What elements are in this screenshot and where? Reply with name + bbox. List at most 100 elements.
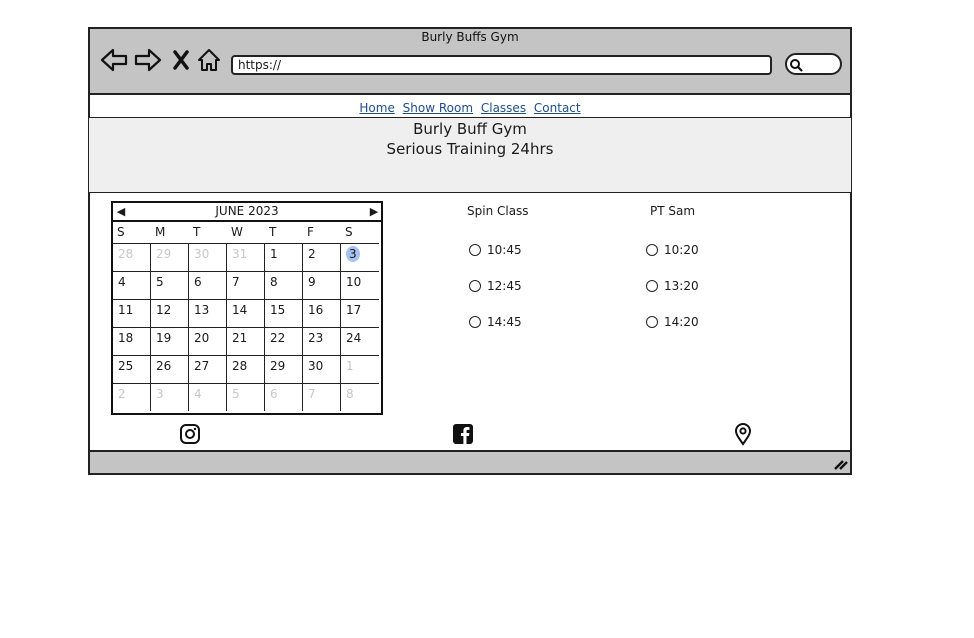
calendar-day-number: 22	[270, 331, 286, 345]
time-slot-label: 10:45	[487, 243, 522, 257]
calendar-day-number: 2	[308, 247, 316, 261]
calendar-day[interactable]: 12	[151, 299, 189, 327]
calendar-day-selected[interactable]: 3	[341, 243, 379, 271]
calendar-day[interactable]: 1	[265, 243, 303, 271]
time-slot-option[interactable]: 14:45	[469, 315, 522, 329]
resize-grip-icon[interactable]	[832, 456, 848, 470]
calendar-day[interactable]: 30	[303, 355, 341, 383]
calendar-day[interactable]: 4	[189, 383, 227, 411]
calendar-day-number: 11	[118, 303, 134, 317]
calendar-day[interactable]: 14	[227, 299, 265, 327]
calendar-day-number: 5	[156, 275, 164, 289]
calendar-day[interactable]: 6	[265, 383, 303, 411]
calendar-day-number: 8	[270, 275, 278, 289]
calendar-day[interactable]: 19	[151, 327, 189, 355]
calendar-day[interactable]: 4	[113, 271, 151, 299]
nav-link-contact[interactable]: Contact	[534, 101, 581, 115]
stop-x-icon[interactable]	[167, 46, 195, 74]
calendar-day[interactable]: 15	[265, 299, 303, 327]
calendar-day[interactable]: 13	[189, 299, 227, 327]
calendar-day[interactable]: 31	[227, 243, 265, 271]
calendar-day[interactable]: 8	[265, 271, 303, 299]
calendar-day[interactable]: 23	[303, 327, 341, 355]
calendar-day[interactable]: 24	[341, 327, 379, 355]
calendar-day[interactable]: 5	[227, 383, 265, 411]
calendar-day[interactable]: 22	[265, 327, 303, 355]
calendar-day[interactable]: 3	[151, 383, 189, 411]
calendar-month-label: JUNE 2023	[215, 204, 279, 218]
calendar-day-number: 8	[346, 387, 354, 401]
calendar-day-number: 2	[118, 387, 126, 401]
calendar-day[interactable]: 8	[341, 383, 379, 411]
calendar-day[interactable]: 9	[303, 271, 341, 299]
calendar-day-number: 5	[232, 387, 240, 401]
calendar-day-number: 31	[232, 247, 248, 261]
calendar-day-number: 20	[194, 331, 210, 345]
radio-button[interactable]	[469, 244, 481, 256]
address-bar[interactable]: https://	[231, 55, 772, 75]
instagram-icon[interactable]	[178, 422, 202, 446]
calendar-day-number: 18	[118, 331, 134, 345]
time-slot-label: 10:20	[664, 243, 699, 257]
class-name-heading: Spin Class	[467, 204, 529, 218]
search-box[interactable]	[785, 53, 842, 75]
next-month-icon[interactable]: ▶	[366, 203, 382, 220]
calendar-day[interactable]: 2	[303, 243, 341, 271]
forward-arrow-icon[interactable]	[134, 46, 162, 74]
facebook-icon[interactable]	[451, 422, 475, 446]
main-nav: Home Show Room Classes Contact	[88, 101, 852, 115]
calendar-day[interactable]: 28	[227, 355, 265, 383]
back-arrow-icon[interactable]	[100, 46, 128, 74]
time-slot-option[interactable]: 14:20	[646, 315, 699, 329]
calendar-day[interactable]: 16	[303, 299, 341, 327]
weekday-label: S	[117, 225, 125, 239]
calendar-day[interactable]: 17	[341, 299, 379, 327]
radio-button[interactable]	[469, 280, 481, 292]
radio-button[interactable]	[646, 316, 658, 328]
weekday-label: W	[231, 225, 243, 239]
calendar-day-number: 9	[308, 275, 316, 289]
time-slot-label: 13:20	[664, 279, 699, 293]
location-pin-icon[interactable]	[731, 422, 755, 446]
radio-button[interactable]	[646, 244, 658, 256]
calendar-day[interactable]: 25	[113, 355, 151, 383]
time-slot-option[interactable]: 13:20	[646, 279, 699, 293]
nav-link-classes[interactable]: Classes	[481, 101, 526, 115]
calendar-day-number: 27	[194, 359, 210, 373]
calendar-day[interactable]: 7	[227, 271, 265, 299]
calendar-day[interactable]: 30	[189, 243, 227, 271]
calendar-day[interactable]: 6	[189, 271, 227, 299]
calendar-day-number: 3	[156, 387, 164, 401]
calendar-day-number: 4	[118, 275, 126, 289]
calendar-day[interactable]: 5	[151, 271, 189, 299]
calendar-day[interactable]: 21	[227, 327, 265, 355]
calendar-day-number: 15	[270, 303, 286, 317]
nav-link-show-room[interactable]: Show Room	[403, 101, 473, 115]
calendar-day-number: 16	[308, 303, 324, 317]
radio-button[interactable]	[646, 280, 658, 292]
calendar-day[interactable]: 29	[151, 243, 189, 271]
calendar-day[interactable]: 11	[113, 299, 151, 327]
home-icon[interactable]	[195, 46, 223, 74]
calendar-day[interactable]: 29	[265, 355, 303, 383]
calendar-header-divider	[113, 220, 381, 222]
calendar-day[interactable]: 2	[113, 383, 151, 411]
time-slot-option[interactable]: 10:45	[469, 243, 522, 257]
calendar-day-number: 12	[156, 303, 172, 317]
window-title: Burly Buffs Gym	[421, 30, 519, 44]
calendar-day[interactable]: 20	[189, 327, 227, 355]
calendar-day[interactable]: 28	[113, 243, 151, 271]
calendar-day-number: 25	[118, 359, 134, 373]
calendar-day-number: 28	[118, 247, 134, 261]
time-slot-option[interactable]: 12:45	[469, 279, 522, 293]
radio-button[interactable]	[469, 316, 481, 328]
calendar-day[interactable]: 1	[341, 355, 379, 383]
weekday-label: S	[345, 225, 353, 239]
calendar-day[interactable]: 26	[151, 355, 189, 383]
calendar-day[interactable]: 18	[113, 327, 151, 355]
time-slot-option[interactable]: 10:20	[646, 243, 699, 257]
calendar-day[interactable]: 7	[303, 383, 341, 411]
calendar-day[interactable]: 27	[189, 355, 227, 383]
nav-link-home[interactable]: Home	[359, 101, 394, 115]
calendar-day[interactable]: 10	[341, 271, 379, 299]
